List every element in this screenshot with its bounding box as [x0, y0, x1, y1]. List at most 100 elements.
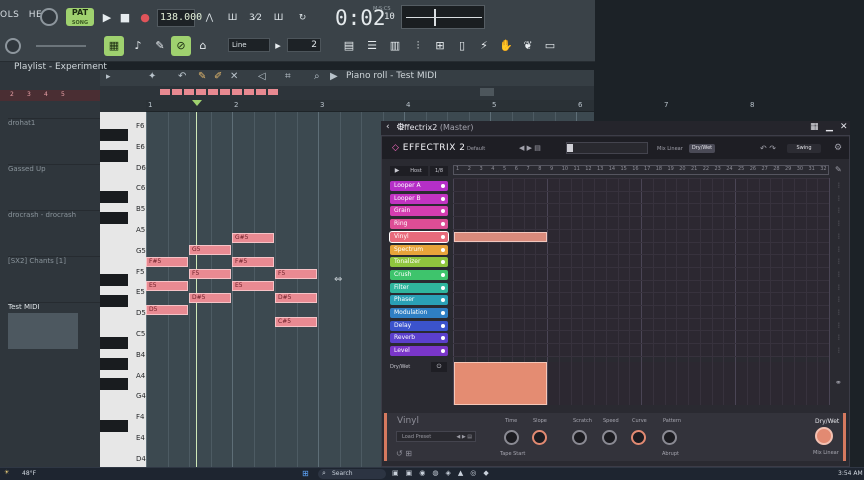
mixer-icon[interactable]: ⫶: [408, 36, 428, 56]
note-e5[interactable]: E5: [146, 281, 188, 291]
module-row-options-icon[interactable]: ⋮: [836, 207, 842, 214]
module-phaser[interactable]: Phaser: [390, 295, 448, 306]
menu-arrow-icon[interactable]: ▸: [106, 72, 111, 82]
black-key[interactable]: [100, 212, 128, 224]
module-ring[interactable]: Ring: [390, 219, 448, 230]
windows-start-icon[interactable]: ⊞: [302, 469, 309, 478]
module-crush[interactable]: Crush: [390, 269, 448, 280]
mix-mode[interactable]: Mix Linear: [657, 146, 683, 152]
settings-gear-icon[interactable]: ⚙: [834, 143, 842, 153]
browser-icon[interactable]: ⊞: [430, 36, 450, 56]
black-key[interactable]: [100, 191, 128, 204]
module-looper-b[interactable]: Looper B: [390, 193, 448, 204]
snap-magnet-icon[interactable]: ⊘: [171, 36, 191, 56]
knob-time[interactable]: [504, 430, 519, 445]
help-icon[interactable]: ✋: [496, 36, 516, 56]
note-dsharp5[interactable]: D#5: [275, 293, 317, 303]
typing-keyboard-icon[interactable]: ▦: [104, 36, 124, 56]
module-toggle-icon[interactable]: [441, 184, 445, 188]
piano-roll-toolbar-icon[interactable]: ▥: [385, 36, 405, 56]
pattern-slider[interactable]: [566, 142, 648, 154]
module-row-options-icon[interactable]: ⋮: [836, 296, 842, 303]
step-edit-icon[interactable]: Ш: [268, 9, 289, 27]
note-g5[interactable]: G5: [189, 245, 231, 255]
note-d5[interactable]: D5: [146, 305, 188, 315]
module-toggle-icon[interactable]: [441, 336, 445, 341]
power-icon[interactable]: ⏻: [431, 362, 447, 372]
module-row-options-icon[interactable]: ⋮: [836, 182, 842, 189]
taskbar-apps[interactable]: ▣▣◉◍◈▲◎◆: [392, 469, 552, 479]
close-icon[interactable]: ✕: [840, 122, 848, 132]
delete-icon[interactable]: ✕: [230, 71, 238, 82]
track-test-midi[interactable]: Test MIDI: [8, 302, 100, 349]
module-row-options-icon[interactable]: ⋮: [836, 258, 842, 265]
module-row-options-icon[interactable]: ⋮: [836, 220, 842, 227]
black-key[interactable]: [100, 128, 128, 141]
knob-curve[interactable]: [631, 430, 646, 445]
module-level[interactable]: Level: [390, 346, 448, 357]
playlist-icon[interactable]: ☰: [362, 36, 382, 56]
knob-scratch[interactable]: [572, 430, 587, 445]
black-key[interactable]: [100, 378, 128, 391]
module-reverb[interactable]: Reverb: [390, 333, 448, 344]
wand-icon[interactable]: ✦: [148, 71, 156, 82]
note-gsharp5[interactable]: G#5: [232, 233, 274, 243]
module-row-options-icon[interactable]: ⋮: [836, 233, 842, 240]
edit-icon[interactable]: ✎: [835, 165, 842, 174]
module-row-options-icon[interactable]: ⋮: [836, 309, 842, 316]
loop-record-icon[interactable]: ↻: [292, 9, 313, 27]
channel-rack-icon[interactable]: ▤: [339, 36, 359, 56]
black-key[interactable]: [100, 274, 128, 287]
hat-icon[interactable]: ⌂: [193, 36, 213, 56]
plugin-grid-icon[interactable]: ▦: [810, 122, 819, 132]
master-volume-knob[interactable]: [40, 8, 58, 26]
undo-icon[interactable]: ↶: [178, 71, 186, 82]
module-toggle-icon[interactable]: [441, 272, 445, 277]
module-toggle-icon[interactable]: [441, 260, 445, 265]
module-tonalizer[interactable]: Tonalizer: [390, 257, 448, 268]
zoom-icon[interactable]: ⌕: [314, 71, 320, 82]
reset-icon[interactable]: ↺ ⊞: [396, 449, 412, 458]
note-f5[interactable]: F5: [275, 269, 317, 279]
module-toggle-icon[interactable]: [441, 234, 445, 239]
module-row-options-icon[interactable]: ⋮: [836, 322, 842, 329]
module-row-options-icon[interactable]: ⋮: [836, 284, 842, 291]
module-vinyl[interactable]: Vinyl: [389, 230, 449, 243]
black-key[interactable]: [100, 420, 128, 432]
module-grain[interactable]: Grain: [390, 206, 448, 217]
module-looper-a[interactable]: Looper A: [390, 181, 448, 191]
midi-clip[interactable]: [8, 313, 78, 349]
metronome-icon[interactable]: ⋀: [199, 9, 220, 27]
piano-roll-icon[interactable]: ♪: [128, 36, 148, 56]
module-toggle-icon[interactable]: [441, 285, 445, 290]
track-gassed-up[interactable]: Gassed Up: [8, 164, 100, 210]
module-row-options-icon[interactable]: ⋮: [836, 347, 842, 354]
preset-nav-icon[interactable]: ◀ ▶ ▤: [519, 144, 541, 152]
module-row-options-icon[interactable]: ⋮: [836, 271, 842, 278]
division-select[interactable]: 1/8: [430, 166, 448, 176]
tempo-display[interactable]: 138.000: [157, 9, 202, 27]
black-key[interactable]: [100, 295, 128, 308]
playhead-marker[interactable]: [192, 100, 202, 106]
snap-arrow-icon[interactable]: ▸: [271, 36, 285, 56]
module-modulation[interactable]: Modulation: [390, 308, 448, 318]
track-chants[interactable]: [SX2] Chants [1]: [8, 256, 100, 302]
link-icon[interactable]: ⚭: [835, 378, 842, 387]
module-toggle-icon[interactable]: [441, 209, 445, 214]
wait-record-icon[interactable]: Ш: [222, 9, 243, 27]
module-delay[interactable]: Delay: [390, 320, 448, 331]
project-icon[interactable]: ▯: [452, 36, 472, 56]
mute-icon[interactable]: ◁: [258, 71, 266, 82]
module-row-options-icon[interactable]: ⋮: [836, 334, 842, 341]
black-key[interactable]: [100, 149, 128, 162]
load-preset-select[interactable]: Load Preset ◀ ▶ ▤: [396, 431, 476, 442]
track-drohat1[interactable]: drohat1: [8, 118, 100, 164]
module-row-options-icon[interactable]: ⋮: [836, 195, 842, 202]
stop-button[interactable]: ■: [116, 9, 134, 27]
swing-button[interactable]: Swing: [787, 144, 821, 153]
module-toggle-icon[interactable]: [441, 311, 445, 315]
plugin-icon[interactable]: ⚡: [474, 36, 494, 56]
note-e5[interactable]: E5: [232, 281, 274, 291]
pattern-song-toggle[interactable]: PAT SONG: [66, 8, 94, 26]
knob-slope[interactable]: [532, 430, 547, 445]
